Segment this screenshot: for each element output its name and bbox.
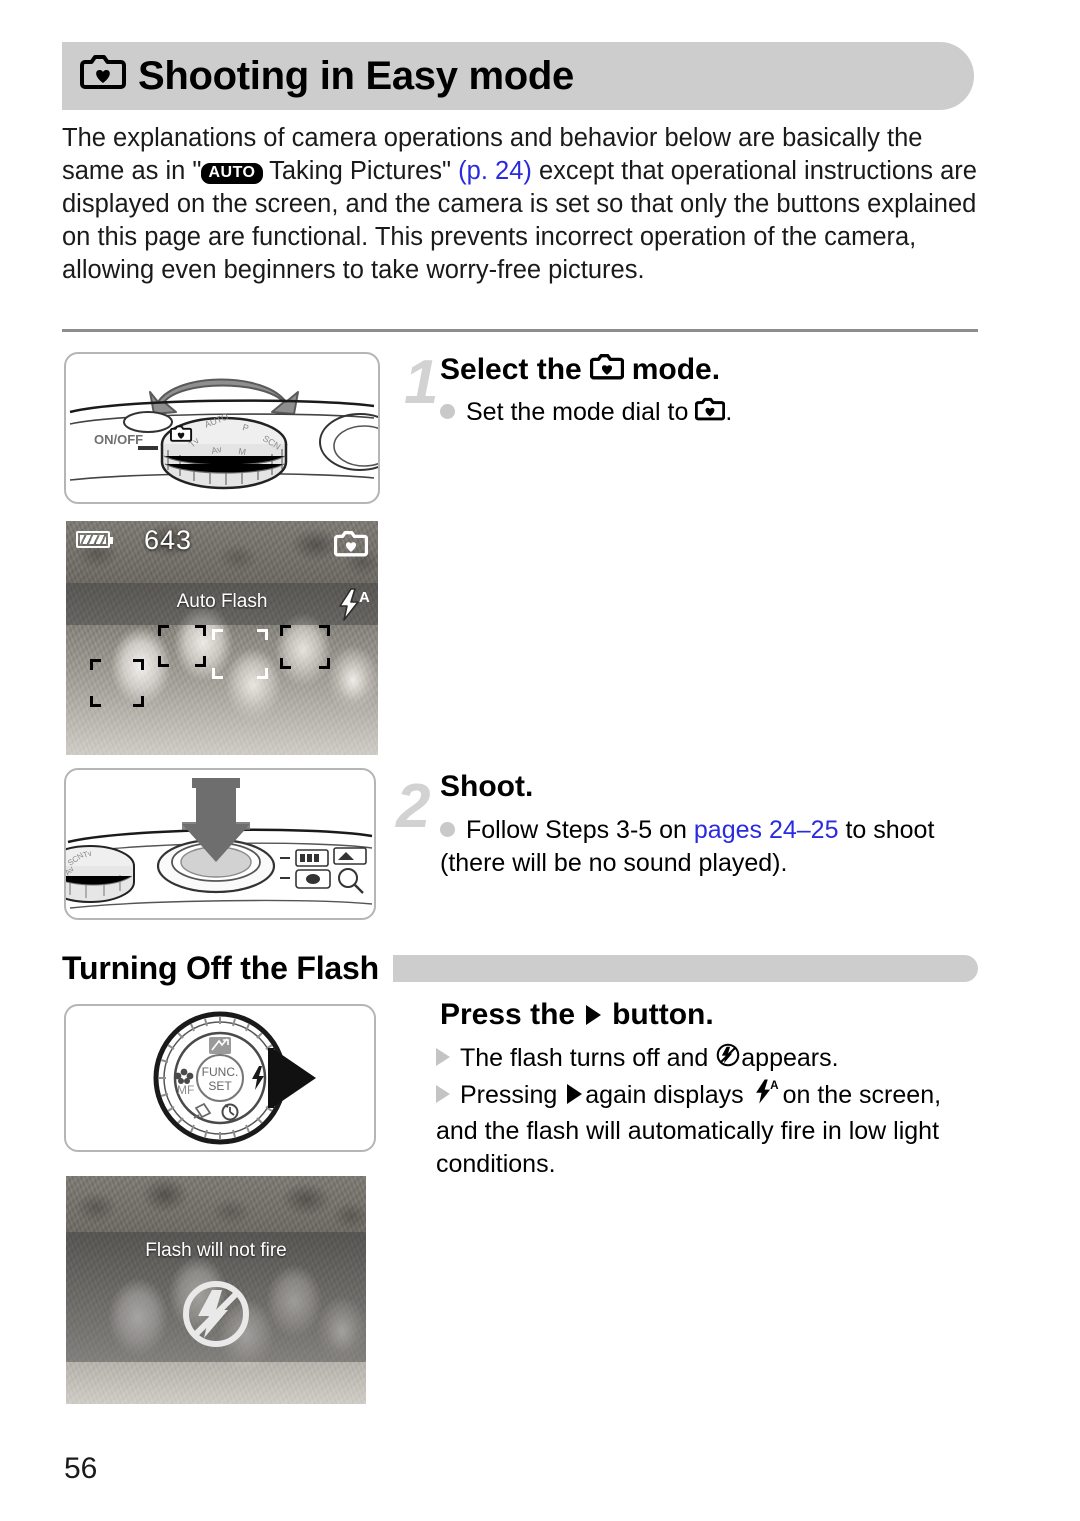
lcd-preview-auto-flash: 643 Auto Flash A bbox=[66, 521, 378, 755]
face-detect-frame bbox=[90, 659, 144, 707]
page-number: 56 bbox=[64, 1452, 98, 1485]
section-header-bar bbox=[392, 954, 978, 982]
lcd-preview-no-flash: Flash will not fire bbox=[66, 1176, 366, 1404]
face-detect-frame-primary bbox=[212, 629, 268, 679]
right-arrow-button-icon bbox=[567, 1084, 583, 1105]
step-2-number: 2 bbox=[396, 772, 431, 841]
face-detect-frame bbox=[280, 625, 330, 669]
step-1-title-before: Select the bbox=[440, 353, 582, 386]
svg-text:A: A bbox=[359, 589, 370, 606]
step-1-title-after: mode. bbox=[631, 353, 721, 386]
on-off-label: ON/OFF bbox=[94, 432, 143, 447]
flash-off-icon bbox=[715, 1042, 741, 1077]
set-label: SET bbox=[208, 1079, 232, 1093]
shutter-button-illustration: Tv SCN Av bbox=[64, 768, 376, 920]
flash-bullet-2: Pressing again displays A on the screen,… bbox=[436, 1078, 984, 1181]
page-title-text: Shooting in Easy mode bbox=[138, 53, 574, 98]
intro-paragraph: The explanations of camera operations an… bbox=[62, 122, 978, 287]
svg-text:A: A bbox=[770, 1079, 779, 1092]
osd-message-text: Auto Flash bbox=[176, 591, 268, 612]
bullet-marker bbox=[440, 404, 455, 419]
flash-auto-icon: A bbox=[751, 1078, 783, 1115]
page-header: Shooting in Easy mode bbox=[62, 42, 974, 110]
easy-mode-camera-heart-icon bbox=[80, 52, 126, 100]
auto-mode-badge: AUTO bbox=[201, 163, 263, 185]
flash-auto-icon: A bbox=[334, 587, 374, 628]
step-1-bullet-before: Set the mode dial to bbox=[466, 398, 689, 426]
flash-step-title-before: Press the bbox=[440, 998, 576, 1031]
bullet-marker bbox=[440, 822, 455, 837]
osd-message-text: Flash will not fire bbox=[145, 1240, 287, 1261]
step-1-title: Select the mode. bbox=[440, 352, 720, 388]
flash-section-header: Turning Off the Flash bbox=[62, 948, 978, 988]
step-1-number: 1 bbox=[404, 348, 439, 417]
page-reference-link[interactable]: (p. 24) bbox=[458, 157, 532, 185]
control-wheel-illustration: FUNC. SET MF bbox=[64, 1004, 376, 1152]
step-2-title-text: Shoot. bbox=[440, 770, 534, 803]
flash-bullet-2-mid: again displays bbox=[585, 1081, 744, 1110]
bullet-marker-triangle bbox=[436, 1085, 450, 1104]
flash-bullet-1: The flash turns off and appears. bbox=[436, 1042, 984, 1077]
flash-step-title-after: button. bbox=[612, 998, 714, 1031]
mf-label: MF bbox=[177, 1083, 194, 1097]
flash-bullet-1-before: The flash turns off and bbox=[460, 1044, 709, 1073]
flash-bullet-1-after: appears. bbox=[741, 1044, 839, 1073]
func-label: FUNC. bbox=[202, 1065, 239, 1079]
bullet-marker-triangle bbox=[436, 1048, 450, 1067]
battery-full-icon bbox=[76, 531, 113, 548]
lcd-mode-icon-easy bbox=[333, 529, 369, 562]
easy-mode-camera-heart-icon bbox=[589, 352, 624, 388]
step-2-bullet: Follow Steps 3-5 on pages 24–25 to shoot… bbox=[440, 814, 980, 880]
face-detect-frame bbox=[158, 625, 206, 667]
step-1-bullet: Set the mode dial to . bbox=[440, 396, 970, 430]
pages-reference-link[interactable]: pages 24–25 bbox=[694, 816, 839, 844]
section-divider bbox=[62, 329, 978, 332]
easy-mode-camera-heart-icon bbox=[695, 396, 726, 430]
step-1-bullet-after: . bbox=[725, 398, 733, 426]
flash-section-title: Turning Off the Flash bbox=[62, 949, 379, 986]
intro-text-part2: Taking Pictures" bbox=[262, 157, 459, 185]
flash-off-icon bbox=[178, 1276, 254, 1357]
mode-dial-illustration: ON/OFF AUTO P SCN Tv Av M bbox=[64, 352, 380, 504]
right-arrow-button-icon bbox=[586, 1005, 602, 1025]
step-2-bullet-before: Follow Steps 3-5 on bbox=[466, 816, 694, 844]
shots-remaining-count: 643 bbox=[144, 525, 193, 555]
flash-step-title: Press the button. bbox=[440, 998, 714, 1032]
step-2-title: Shoot. bbox=[440, 770, 533, 804]
page-title: Shooting in Easy mode bbox=[80, 52, 574, 100]
flash-bullet-2-before: Pressing bbox=[460, 1081, 558, 1110]
